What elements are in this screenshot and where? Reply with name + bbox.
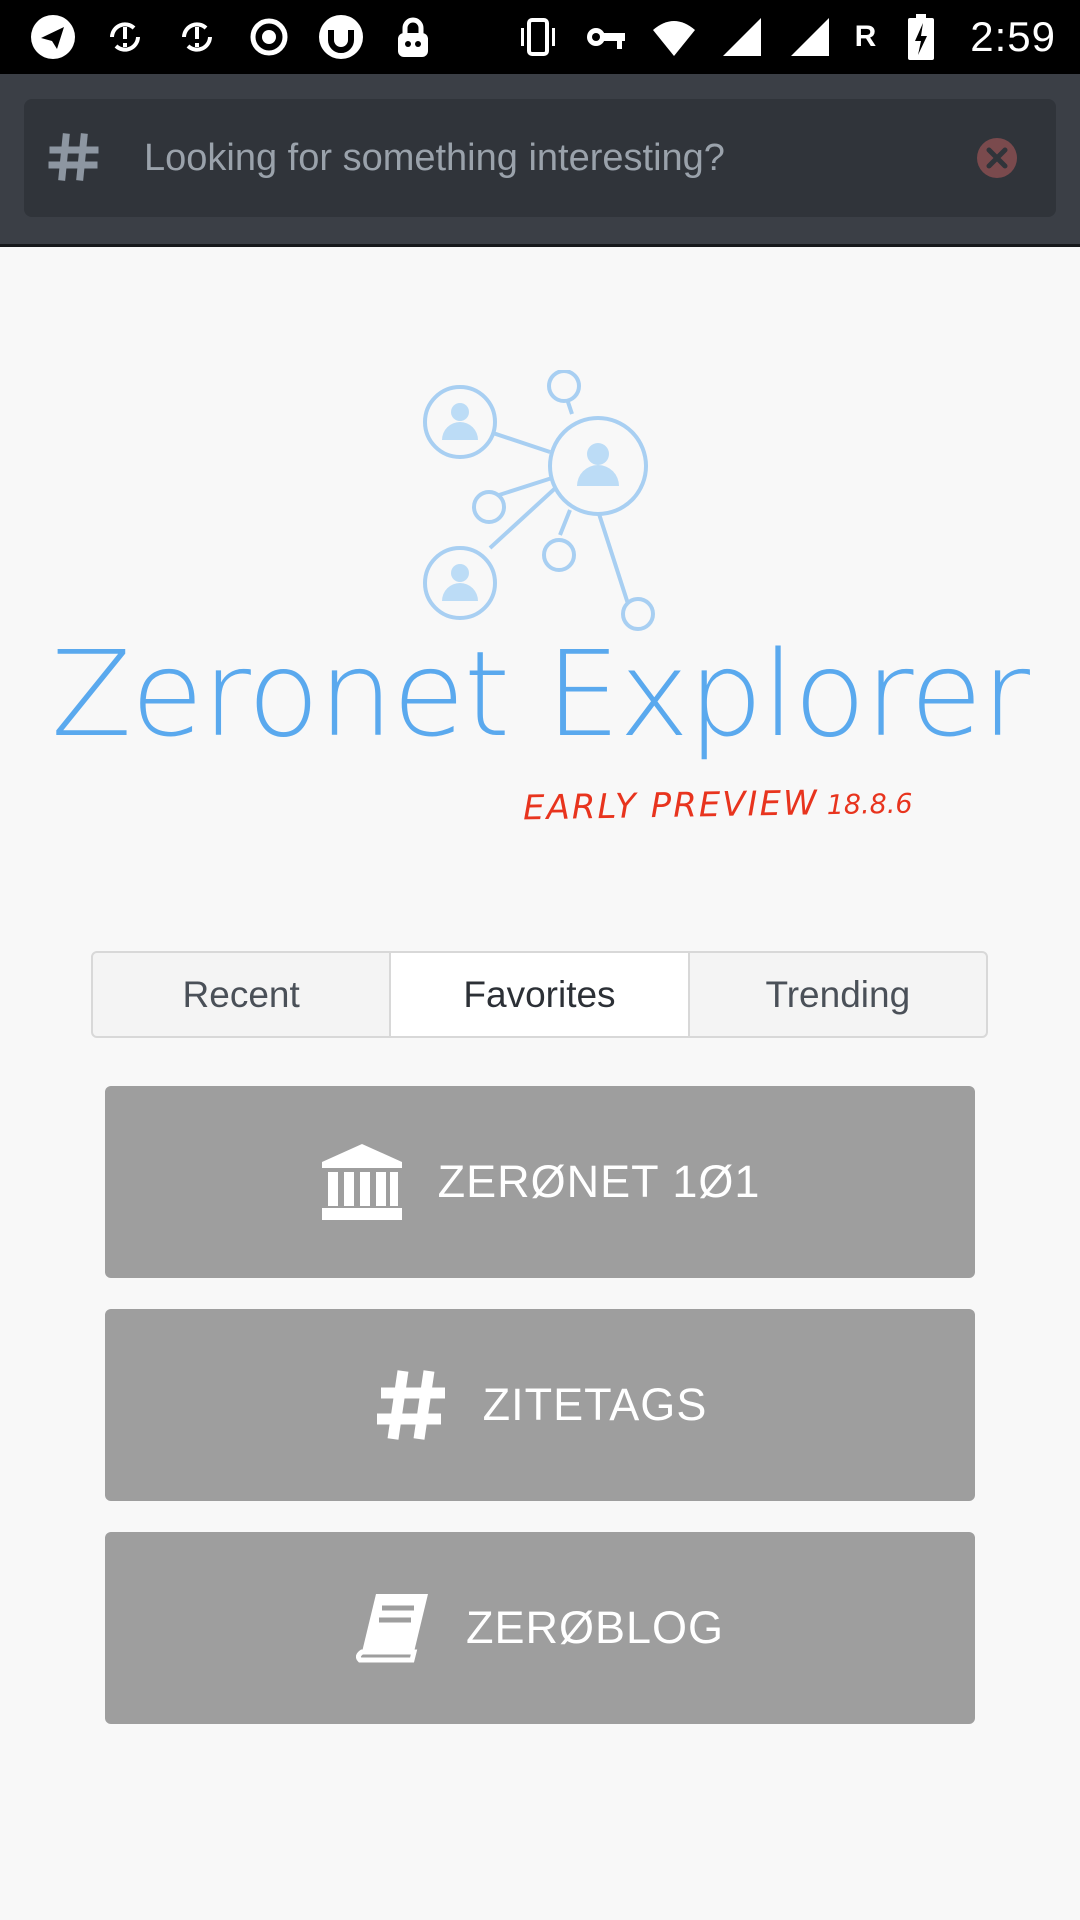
- status-bar: R 2:59: [0, 0, 1080, 74]
- search-input[interactable]: [144, 121, 964, 195]
- vibrate-icon: [515, 14, 561, 60]
- zeronet-101-button[interactable]: ZERØNET 1Ø1: [105, 1086, 975, 1278]
- network-users-icon: [400, 369, 680, 640]
- search-box[interactable]: [24, 99, 1056, 217]
- hash-icon: [46, 129, 102, 185]
- status-bar-left: [30, 0, 462, 74]
- app-subtitle: EARLY PREVIEW 18.8.6: [522, 782, 913, 829]
- hashtag-icon: [373, 1367, 449, 1443]
- tab-favorites[interactable]: Favorites: [389, 953, 688, 1036]
- app-logo: Zeronet Explorer EARLY PREVIEW 18.8.6: [0, 369, 1080, 850]
- clock: 2:59: [970, 13, 1056, 60]
- early-preview-label: EARLY PREVIEW: [522, 783, 819, 829]
- record-icon: [246, 14, 292, 60]
- version-label: 18.8.6: [826, 788, 913, 822]
- tab-bar: Recent Favorites Trending: [91, 951, 988, 1038]
- sync-icon: [174, 14, 220, 60]
- app-title: Zeronet Explorer: [50, 625, 1030, 763]
- close-circle-icon[interactable]: [976, 137, 1018, 179]
- favorite-label: ZERØBLOG: [465, 1602, 725, 1653]
- book-icon: [355, 1590, 432, 1666]
- zeroblog-button[interactable]: ZERØBLOG: [105, 1532, 975, 1724]
- wifi-icon: [651, 14, 697, 60]
- roaming-indicator: R: [854, 20, 877, 53]
- zitetags-button[interactable]: ZITETAGS: [105, 1309, 975, 1501]
- cell-signal-icon: [719, 14, 765, 60]
- search-header: [0, 74, 1080, 247]
- sync-icon: [102, 14, 148, 60]
- status-bar-right: R 2:59: [493, 0, 1056, 74]
- favorite-label: ZITETAGS: [482, 1379, 708, 1430]
- tab-recent[interactable]: Recent: [93, 953, 389, 1036]
- tab-trending[interactable]: Trending: [687, 953, 986, 1036]
- favorite-label: ZERØNET 1Ø1: [437, 1156, 761, 1207]
- vpn-key-icon: [583, 14, 629, 60]
- telegram-icon: [30, 14, 76, 60]
- privacy-lock-icon: [390, 14, 436, 60]
- cell-signal-icon: [787, 14, 833, 60]
- torrent-icon: [318, 14, 364, 60]
- battery-charging-icon: [898, 14, 944, 60]
- institution-icon: [320, 1142, 404, 1222]
